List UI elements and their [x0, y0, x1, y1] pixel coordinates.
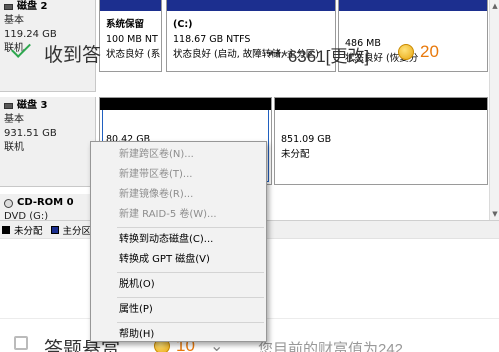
menu-separator — [117, 272, 264, 273]
disk-3-type: 基本 — [4, 114, 24, 125]
partition-text: 系统保留 100 MB NT 状态良好 (系 — [106, 17, 160, 62]
disk-2-name: 磁盘 2 — [17, 1, 48, 12]
menu-item-new-mirrored-volume[interactable]: 新建镜像卷(R)... — [91, 185, 266, 205]
menu-item-properties[interactable]: 属性(P) — [91, 300, 266, 320]
legend-swatch-primary — [50, 225, 59, 234]
menu-item-convert-gpt[interactable]: 转换成 GPT 磁盘(V) — [91, 250, 266, 270]
cd-icon — [4, 198, 13, 208]
received-answer-label: 收到答 — [44, 45, 102, 66]
legend-label-unallocated: 未分配 — [14, 225, 43, 237]
scroll-down-icon[interactable]: ▼ — [491, 210, 499, 218]
menu-item-offline[interactable]: 脱机(O) — [91, 275, 266, 295]
partition-text: 851.09 GB 未分配 — [281, 132, 331, 162]
menu-separator — [117, 297, 264, 298]
coin-icon — [398, 44, 414, 60]
disk-3-size: 931.51 GB — [4, 128, 57, 139]
disk-3-status: 联机 — [4, 142, 24, 153]
partition-title: (C:) — [173, 19, 193, 30]
cdrom-name: CD-ROM 0 — [17, 197, 74, 208]
menu-separator — [117, 227, 264, 228]
cdrom-label[interactable]: CD-ROM 0 DVD (G:) — [0, 194, 96, 222]
partition-system-reserved[interactable]: 系统保留 100 MB NT 状态良好 (系 — [99, 0, 162, 72]
hard-disk-icon — [4, 4, 13, 10]
menu-item-new-spanned-volume[interactable]: 新建跨区卷(N)... — [91, 145, 266, 165]
scroll-up-icon[interactable]: ▲ — [491, 2, 499, 10]
partition-size: 851.09 GB — [281, 134, 332, 145]
checkbox-icon[interactable] — [14, 336, 28, 350]
cdrom-name-row: CD-ROM 0 — [4, 196, 95, 210]
reward-received-value: 20 — [420, 42, 439, 61]
partition-bar — [100, 0, 161, 11]
vertical-scrollbar[interactable]: ▲ ▼ — [489, 0, 499, 220]
menu-item-new-striped-volume[interactable]: 新建带区卷(T)... — [91, 165, 266, 185]
partition-status: 状态良好 (系 — [106, 49, 161, 60]
phone-change-link[interactable]: ***6361[更改] — [268, 42, 369, 67]
menu-item-new-raid5-volume[interactable]: 新建 RAID-5 卷(W)... — [91, 205, 266, 225]
partition-size: 100 MB NT — [106, 34, 158, 45]
disk-3-label[interactable]: 磁盘 3 基本 931.51 GB 联机 — [0, 97, 96, 187]
disk-2-type: 基本 — [4, 15, 24, 26]
partition-bar — [100, 98, 271, 110]
partition-bar — [167, 0, 335, 11]
hard-disk-icon — [4, 103, 13, 109]
partition-bar — [275, 98, 487, 110]
partition-unallocated[interactable]: 851.09 GB 未分配 — [274, 97, 488, 185]
partition-status: 未分配 — [281, 149, 310, 160]
disk-3-name-row: 磁盘 3 — [4, 99, 95, 113]
disk-2-name-row: 磁盘 2 — [4, 0, 95, 14]
wealth-text: 您目前的财富值为242 — [258, 341, 404, 352]
menu-item-help[interactable]: 帮助(H) — [91, 325, 266, 345]
partition-bar — [339, 0, 487, 11]
disk-3-name: 磁盘 3 — [17, 100, 48, 111]
context-menu: 新建跨区卷(N)... 新建带区卷(T)... 新建镜像卷(R)... 新建 R… — [90, 141, 267, 342]
legend-label-primary: 主分区 — [62, 225, 92, 237]
partition-title: 系统保留 — [106, 19, 145, 30]
menu-separator — [117, 322, 264, 323]
legend-swatch-unallocated — [2, 225, 10, 234]
menu-item-convert-dynamic[interactable]: 转换到动态磁盘(C)... — [91, 230, 266, 250]
